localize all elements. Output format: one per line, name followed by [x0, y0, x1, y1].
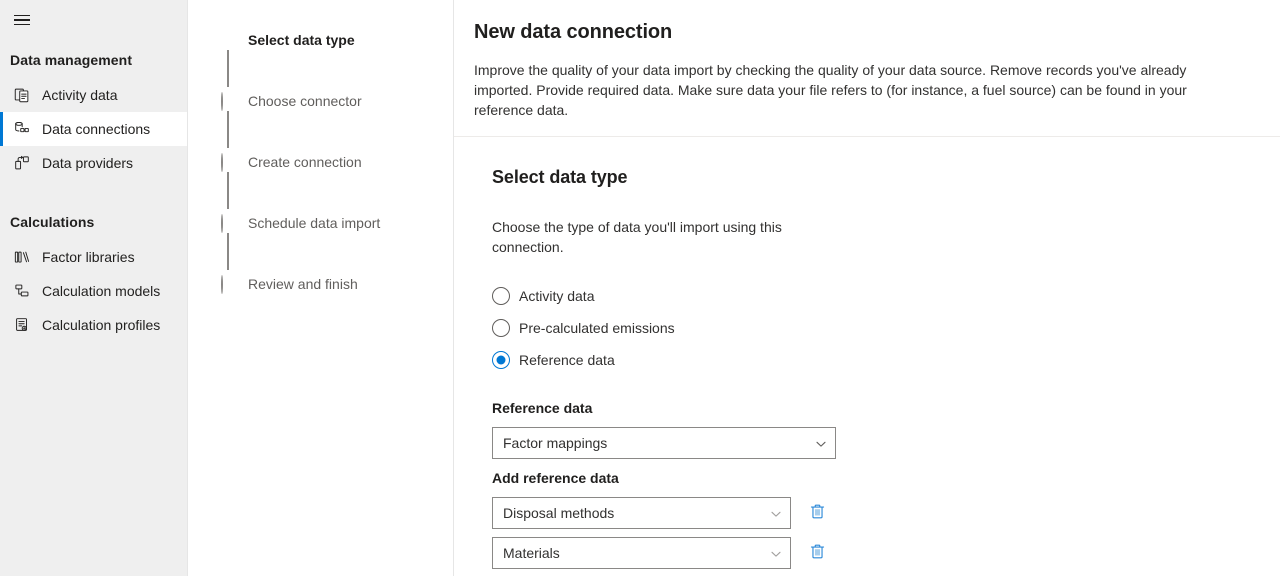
wizard-step-choose-connector[interactable]: Choose connector [188, 92, 453, 153]
wizard-step-label: Review and finish [248, 275, 358, 293]
added-reference-data-row: Disposal methods [492, 497, 1260, 529]
main-content: New data connection Improve the quality … [454, 0, 1280, 576]
nav-list-calculations: Factor libraries Calculation models [0, 240, 187, 342]
sidebar-item-data-connections[interactable]: Data connections [0, 112, 187, 146]
nav-group-title-calculations: Calculations [0, 214, 187, 230]
wizard-step-label: Select data type [248, 31, 355, 49]
wizard-step-list: Select data type Choose connector Create… [188, 0, 454, 576]
page-title: New data connection [474, 18, 1246, 46]
nav-group-title-data-management: Data management [0, 52, 187, 68]
step-indicator-filled-icon [220, 32, 236, 48]
activity-data-icon [12, 85, 32, 105]
added-reference-data-dropdown-2[interactable]: Materials [492, 537, 791, 569]
radio-label: Activity data [519, 286, 594, 306]
data-connections-icon [12, 119, 32, 139]
delete-reference-data-button-2[interactable] [801, 537, 833, 569]
chevron-down-icon [815, 437, 827, 449]
sidebar-item-label: Activity data [42, 85, 117, 105]
calculation-models-icon [12, 281, 32, 301]
radio-option-pre-calculated-emissions[interactable]: Pre-calculated emissions [492, 312, 1260, 344]
app-root: Data management Activity data [0, 0, 1280, 576]
radio-circle-selected-icon [492, 351, 510, 369]
delete-reference-data-button-1[interactable] [801, 497, 833, 529]
wizard-step-create-connection[interactable]: Create connection [188, 153, 453, 214]
wizard-step-schedule-data-import[interactable]: Schedule data import [188, 214, 453, 275]
added-reference-data-row: Materials [492, 537, 1260, 569]
hamburger-bar [14, 24, 30, 26]
sidebar-item-data-providers[interactable]: Data providers [0, 146, 187, 180]
calculation-profiles-icon [12, 315, 32, 335]
radio-circle-icon [492, 319, 510, 337]
chevron-down-icon [770, 547, 782, 559]
radio-option-reference-data[interactable]: Reference data [492, 344, 1260, 376]
add-reference-data-label: Add reference data [492, 468, 1260, 488]
data-type-radio-group: Activity data Pre-calculated emissions R… [492, 280, 1260, 376]
sidebar-item-activity-data[interactable]: Activity data [0, 78, 187, 112]
step-indicator-hollow-icon [220, 154, 236, 170]
trash-icon [809, 503, 826, 523]
sidebar-item-calculation-models[interactable]: Calculation models [0, 274, 187, 308]
trash-icon [809, 543, 826, 563]
wizard-step-label: Schedule data import [248, 214, 380, 232]
radio-label: Reference data [519, 350, 615, 370]
reference-data-dropdown[interactable]: Factor mappings [492, 427, 836, 459]
sidebar-item-label: Calculation profiles [42, 315, 160, 335]
step-indicator-hollow-icon [220, 215, 236, 231]
radio-label: Pre-calculated emissions [519, 318, 675, 338]
added-reference-data-dropdown-1[interactable]: Disposal methods [492, 497, 791, 529]
chevron-down-icon [770, 507, 782, 519]
sidebar-item-factor-libraries[interactable]: Factor libraries [0, 240, 187, 274]
data-providers-icon [12, 153, 32, 173]
sidebar-item-label: Data connections [42, 119, 150, 139]
nav-list-data-management: Activity data Data connections [0, 78, 187, 180]
reference-data-label: Reference data [492, 398, 1260, 418]
factor-libraries-icon [12, 247, 32, 267]
hamburger-menu-icon[interactable] [2, 0, 42, 40]
radio-circle-icon [492, 287, 510, 305]
left-navigation: Data management Activity data [0, 0, 188, 576]
hamburger-bar [14, 19, 30, 21]
section-title: Select data type [492, 165, 1260, 189]
hamburger-bar [14, 15, 30, 17]
sidebar-item-label: Data providers [42, 153, 133, 173]
wizard-step-select-data-type[interactable]: Select data type [188, 31, 453, 92]
radio-option-activity-data[interactable]: Activity data [492, 280, 1260, 312]
wizard-step-review-and-finish[interactable]: Review and finish [188, 275, 453, 336]
sidebar-item-label: Calculation models [42, 281, 160, 301]
wizard-step-label: Choose connector [248, 92, 362, 110]
wizard-step-label: Create connection [248, 153, 362, 171]
sidebar-item-calculation-profiles[interactable]: Calculation profiles [0, 308, 187, 342]
page-description: Improve the quality of your data import … [474, 60, 1234, 120]
added-reference-data-value: Materials [503, 543, 770, 563]
reference-data-dropdown-value: Factor mappings [503, 433, 815, 453]
sidebar-item-label: Factor libraries [42, 247, 135, 267]
step-indicator-hollow-icon [220, 93, 236, 109]
page-header: New data connection Improve the quality … [454, 0, 1280, 137]
step-indicator-hollow-icon [220, 276, 236, 292]
section-description: Choose the type of data you'll import us… [492, 217, 782, 257]
form-panel: Select data type Choose the type of data… [454, 137, 1280, 576]
added-reference-data-value: Disposal methods [503, 503, 770, 523]
